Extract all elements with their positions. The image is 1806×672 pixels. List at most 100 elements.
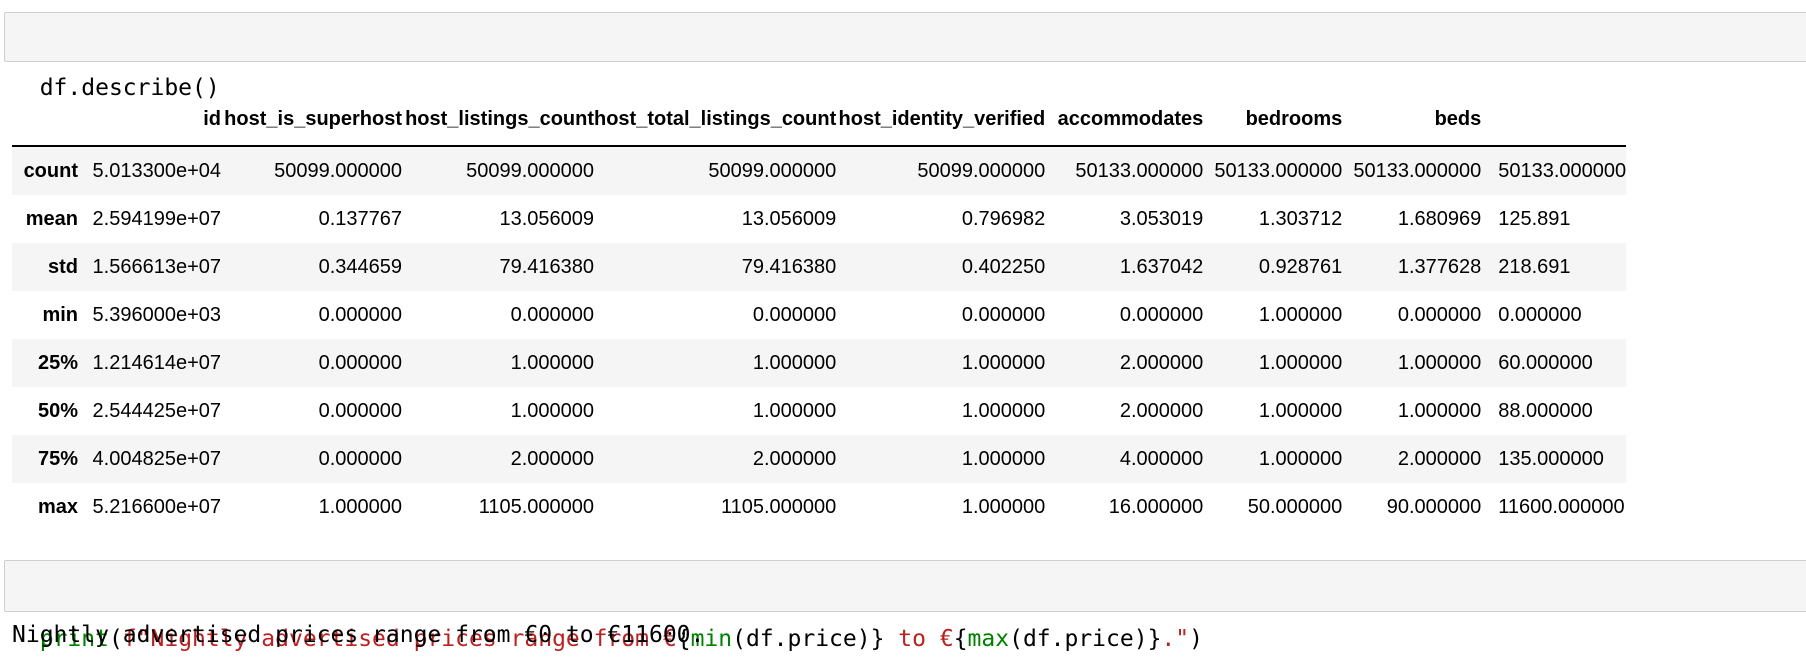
table-cell: 0.928761 [1258,255,1343,278]
table-cell: 2.594199e+07 [92,207,221,230]
table-cell: 16.000000 [1108,495,1204,518]
table-cell: 90.000000 [1386,495,1482,518]
table-cell: 218.691 [1498,255,1571,278]
table-cell: 1.000000 [1258,399,1343,422]
table-cell: 2.544425e+07 [92,399,221,422]
table-cell: 0.000000 [318,351,402,374]
cell-stdout: Nightly advertised prices range from €0 … [12,622,705,648]
column-header: accommodates [1045,93,1204,147]
table-cell: 2.000000 [752,447,837,470]
describe-output: id host_is_superhost host_listings_count ho… [12,93,1796,543]
describe-table: id host_is_superhost host_listings_count ho… [12,93,1627,531]
table-cell: 2.000000 [1397,447,1482,470]
table-cell: 0.000000 [1119,303,1204,326]
table-cell: 1.000000 [752,399,837,422]
table-cell: 1.214614e+07 [92,351,221,374]
table-cell: 0.402250 [961,255,1046,278]
table-cell: 1.000000 [961,351,1046,374]
table-cell: 79.416380 [499,255,594,278]
table-row: 75% 4.004825e+07 0.000000 2.000000 2.000000 1… [12,435,1627,483]
table-cell: 3.053019 [1119,207,1204,230]
table-cell: 1.000000 [1397,399,1482,422]
table-cell: 11600.000000 [1498,495,1625,518]
table-cell: 1.377628 [1397,255,1482,278]
table-cell: 1105.000000 [720,495,837,518]
code-token: max [967,626,1010,652]
row-label: count [23,159,78,182]
row-label: 50% [37,399,78,422]
code-cell-print[interactable]: print(f"Nightly advertised prices range … [4,560,1806,652]
table-cell: 1.000000 [961,399,1046,422]
code-token: to € [884,626,954,652]
table-cell: 135.000000 [1498,447,1604,470]
table-cell: 4.004825e+07 [92,447,221,470]
table-row: max 5.216600e+07 1.000000 1105.000000 1105.0… [12,483,1627,531]
table-row: 25% 1.214614e+07 0.000000 1.000000 1.000000 1… [12,339,1627,387]
code-token: (df.price)} [732,626,885,652]
table-cell: 50133.000000 [1075,159,1204,182]
column-header: host_listings_count [402,93,594,147]
table-cell: 0.000000 [510,303,594,326]
table-cell: 0.000000 [961,303,1046,326]
table-cell: 0.796982 [961,207,1046,230]
table-cell: 13.056009 [499,207,594,230]
table-cell: 1.000000 [1397,351,1482,374]
row-label: 75% [37,447,78,470]
table-cell: 5.013300e+04 [92,159,221,182]
table-cell: 0.137767 [318,207,402,230]
table-cell: 5.216600e+07 [92,495,221,518]
table-cell: 2.000000 [1119,399,1204,422]
table-cell: 1105.000000 [478,495,594,518]
code-token: (df.price)} [1009,626,1162,652]
table-cell: 1.637042 [1119,255,1204,278]
code-token: ." [1161,626,1190,652]
table-cell: 1.000000 [510,399,594,422]
table-cell: 1.000000 [752,351,837,374]
table-cell: 50.000000 [1247,495,1343,518]
index-header [12,93,85,147]
row-label: mean [25,207,78,230]
row-label: min [42,303,78,326]
column-header: id [85,93,221,147]
table-cell: 1.000000 [961,447,1046,470]
table-row: 50% 2.544425e+07 0.000000 1.000000 1.000000 1… [12,387,1627,435]
table-row: count 5.013300e+04 50099.000000 50099.00000… [12,146,1627,195]
table-cell: 125.891 [1498,207,1571,230]
table-cell: 0.000000 [318,447,402,470]
table-cell: 0.344659 [318,255,402,278]
code-token: { [953,626,968,652]
table-cell: 2.000000 [1119,351,1204,374]
table-cell: 50099.000000 [274,159,402,182]
code-token: ) [1189,626,1203,652]
table-cell: 1.000000 [1258,447,1343,470]
table-cell: 50133.000000 [1214,159,1343,182]
table-row: min 5.396000e+03 0.000000 0.000000 0.000000 0… [12,291,1627,339]
table-cell: 88.000000 [1498,399,1593,422]
table-cell: 4.000000 [1119,447,1204,470]
column-header: bedrooms [1203,93,1343,147]
table-cell: 1.000000 [1258,303,1343,326]
table-cell: 50099.000000 [466,159,594,182]
table-cell: 50133.000000 [1353,159,1482,182]
table-row: std 1.566613e+07 0.344659 79.416380 79.41638… [12,243,1627,291]
table-cell: 0.000000 [318,303,402,326]
table-cell: 1.303712 [1258,207,1343,230]
table-cell: 1.000000 [961,495,1046,518]
column-header [1481,93,1627,147]
table-cell: 1.000000 [318,495,402,518]
row-label: max [37,495,78,518]
table-cell: 1.680969 [1397,207,1482,230]
table-cell: 50133.000000 [1498,159,1627,182]
code-cell-describe[interactable]: df.describe() [4,12,1806,101]
table-cell: 50099.000000 [917,159,1046,182]
table-cell: 1.566613e+07 [92,255,221,278]
table-cell: 0.000000 [752,303,837,326]
table-cell: 0.000000 [318,399,402,422]
table-cell: 2.000000 [510,447,594,470]
table-cell: 1.000000 [1258,351,1343,374]
table-cell: 0.000000 [1397,303,1482,326]
table-cell: 5.396000e+03 [92,303,221,326]
column-header: host_is_superhost [221,93,402,147]
table-cell: 60.000000 [1498,351,1593,374]
row-label: std [48,255,78,278]
